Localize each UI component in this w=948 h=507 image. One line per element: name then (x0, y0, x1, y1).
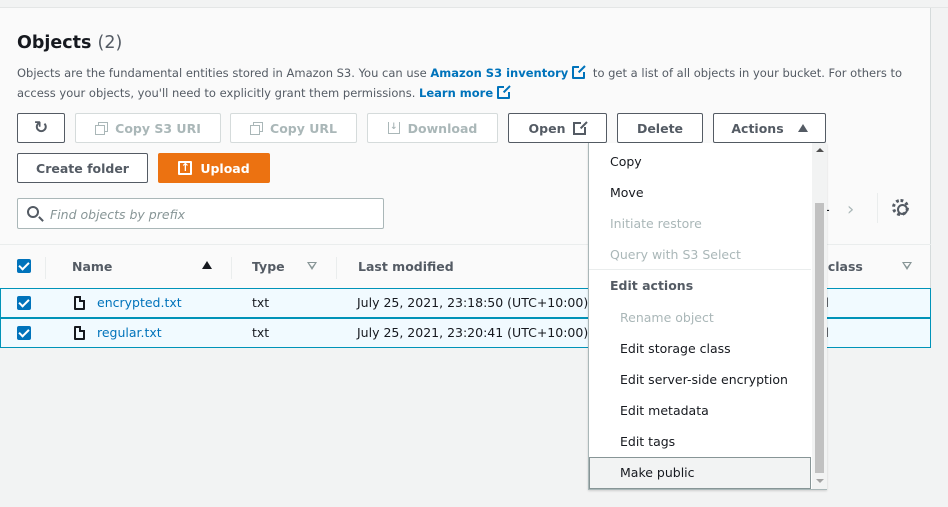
file-icon (74, 296, 85, 310)
menu-item-edit-metadata[interactable]: Edit metadata (620, 403, 709, 418)
menu-divider (589, 269, 811, 270)
chevron-right-icon[interactable]: › (847, 199, 854, 220)
menu-item-move[interactable]: Move (610, 185, 644, 200)
object-last-modified: July 25, 2021, 23:20:41 (UTC+10:00) (357, 325, 589, 340)
upload-label: Upload (200, 160, 250, 176)
caret-up-icon (797, 124, 808, 132)
divider (877, 193, 878, 223)
object-count: (2) (97, 33, 123, 53)
copy-s3-uri-label: Copy S3 URI (115, 120, 201, 136)
column-separator (336, 257, 337, 279)
row-checkbox[interactable] (17, 296, 31, 310)
column-header-type[interactable]: Type (252, 259, 285, 274)
sort-icon[interactable] (307, 262, 317, 270)
menu-item-edit-tags[interactable]: Edit tags (620, 434, 675, 449)
actions-button[interactable]: Actions (713, 113, 826, 143)
select-all-checkbox[interactable] (17, 259, 31, 273)
search-input[interactable] (50, 204, 370, 224)
menu-item-make-public[interactable]: Make public (589, 457, 811, 489)
actions-label: Actions (731, 120, 784, 136)
title-text: Objects (17, 33, 92, 53)
sort-icon[interactable] (902, 262, 912, 270)
menu-scrollbar-thumb[interactable] (815, 203, 824, 473)
right-gutter (932, 8, 948, 507)
menu-item-edit-storage-class[interactable]: Edit storage class (620, 341, 731, 356)
menu-item-query-s3-select: Query with S3 Select (610, 247, 741, 262)
object-name-link[interactable]: encrypted.txt (97, 295, 182, 310)
menu-item-copy[interactable]: Copy (610, 154, 642, 169)
create-folder-button[interactable]: Create folder (17, 153, 148, 183)
column-header-name[interactable]: Name (72, 259, 112, 274)
refresh-icon: ↻ (33, 118, 49, 138)
copy-url-label: Copy URL (270, 120, 337, 136)
menu-item-edit-encryption[interactable]: Edit server-side encryption (620, 372, 788, 387)
copy-icon (95, 122, 109, 135)
column-separator (45, 257, 46, 279)
object-type: txt (252, 295, 270, 310)
column-separator (231, 257, 232, 279)
menu-item-make-public-label: Make public (620, 465, 695, 480)
delete-label: Delete (636, 120, 684, 136)
external-link-icon (573, 119, 589, 135)
download-button[interactable]: ↓ Download (367, 113, 498, 143)
menu-group-edit-actions: Edit actions (610, 278, 694, 293)
search-box (17, 198, 384, 229)
scroll-up-icon[interactable] (816, 148, 824, 152)
row-checkbox[interactable] (17, 326, 31, 340)
scroll-down-icon[interactable] (816, 479, 824, 483)
actions-menu: Copy Move Initiate restore Query with S3… (588, 143, 827, 490)
learn-more-link[interactable]: Learn more (419, 86, 493, 100)
download-icon: ↓ (387, 122, 400, 134)
open-label: Open (528, 120, 566, 136)
search-icon (27, 206, 39, 218)
description-text-1: Objects are the fundamental entities sto… (17, 66, 431, 80)
inventory-link[interactable]: Amazon S3 inventory (430, 66, 568, 80)
delete-button[interactable]: Delete (617, 113, 703, 143)
top-strip (0, 0, 948, 8)
upload-button[interactable]: ↑ Upload (158, 153, 270, 183)
create-folder-label: Create folder (36, 160, 129, 176)
external-link-icon (572, 65, 587, 79)
object-last-modified: July 25, 2021, 23:18:50 (UTC+10:00) (357, 295, 589, 310)
menu-item-rename-object: Rename object (620, 310, 714, 325)
download-label: Download (407, 120, 478, 136)
object-type: txt (252, 325, 270, 340)
description: Objects are the fundamental entities sto… (17, 63, 917, 103)
page-title: Objects (2) (17, 33, 122, 53)
column-header-last-modified[interactable]: Last modified (358, 259, 454, 274)
copy-s3-uri-button[interactable]: Copy S3 URI (75, 113, 221, 143)
copy-url-button[interactable]: Copy URL (230, 113, 357, 143)
upload-icon: ↑ (178, 161, 193, 175)
refresh-button[interactable]: ↻ (17, 113, 65, 143)
external-link-icon (497, 85, 512, 99)
menu-item-initiate-restore: Initiate restore (610, 216, 702, 231)
copy-icon (250, 122, 264, 135)
sort-ascending-icon[interactable] (202, 261, 212, 269)
gear-icon[interactable] (892, 199, 909, 216)
object-name-link[interactable]: regular.txt (97, 325, 162, 340)
file-icon (74, 326, 85, 340)
open-button[interactable]: Open (508, 113, 607, 143)
